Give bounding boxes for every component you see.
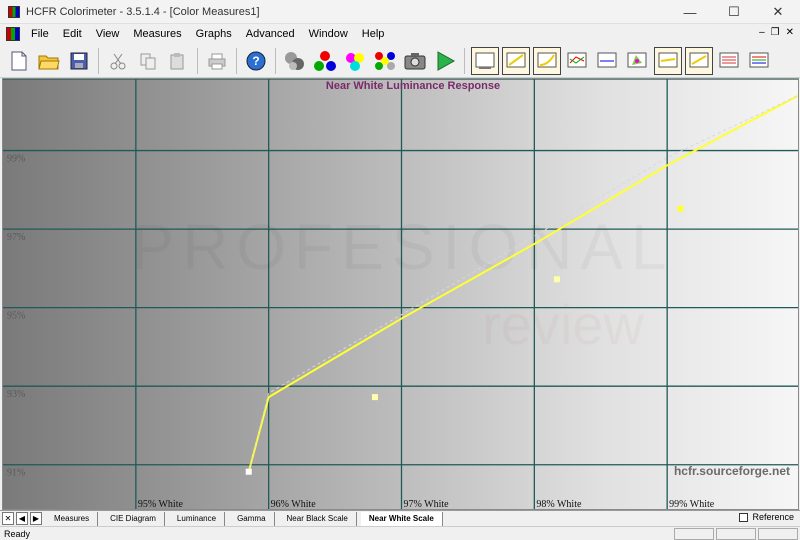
save-icon[interactable] — [66, 48, 92, 74]
graph-rgb-alt-icon[interactable] — [746, 48, 772, 74]
graph-rgb-icon[interactable] — [716, 48, 742, 74]
tab-near-black-scale[interactable]: Near Black Scale — [279, 511, 357, 526]
minimize-button[interactable]: — — [668, 0, 712, 24]
status-panel — [758, 528, 798, 540]
x-tick-label: 99% White — [669, 499, 715, 510]
menu-advanced[interactable]: Advanced — [239, 28, 302, 40]
x-tick-label: 96% White — [271, 499, 317, 510]
graph-yellow-rising-icon[interactable] — [685, 46, 713, 75]
data-point — [245, 468, 252, 475]
tab-near-white-scale[interactable]: Near White Scale — [360, 511, 443, 526]
data-point — [677, 205, 684, 212]
background-logo-watermark-2: review — [482, 293, 644, 356]
graph-window-icon[interactable] — [471, 46, 499, 75]
close-button[interactable]: ✕ — [756, 0, 800, 24]
menu-bar: File Edit View Measures Graphs Advanced … — [0, 24, 800, 44]
graph-flat-icon[interactable] — [594, 48, 620, 74]
y-tick-label: 99% — [7, 154, 25, 165]
document-icon[interactable] — [6, 27, 20, 41]
next-tab-button[interactable]: ▶ — [30, 512, 42, 525]
title-bar: HCFR Colorimeter - 3.5.1.4 - [Color Meas… — [0, 0, 800, 24]
cie-diagram-icon[interactable] — [624, 48, 650, 74]
x-tick-label: 98% White — [536, 499, 582, 510]
mdi-minimize-button[interactable]: – — [759, 27, 765, 38]
x-tick-labels: 95% White 96% White 97% White 98% White 99% … — [138, 499, 715, 510]
y-tick-label: 93% — [7, 389, 25, 400]
y-tick-label: 95% — [7, 311, 25, 322]
mdi-restore-button[interactable]: ❐ — [771, 27, 780, 38]
app-icon — [8, 5, 20, 18]
window-title: HCFR Colorimeter - 3.5.1.4 - [Color Meas… — [26, 5, 260, 18]
data-point — [371, 394, 378, 401]
mdi-controls: – ❐ ✕ — [759, 27, 794, 38]
source-watermark: hcfr.sourceforge.net — [674, 464, 790, 478]
status-panel — [674, 528, 714, 540]
play-icon[interactable] — [432, 48, 458, 74]
reference-toggle[interactable]: Reference — [739, 512, 794, 522]
toolbar-separator — [236, 47, 237, 74]
reference-label: Reference — [752, 512, 794, 522]
status-panel — [716, 528, 756, 540]
near-white-chart[interactable]: PROFESIONAL review 91% 93% 95% 97% 99% 95% W… — [2, 78, 799, 510]
print-icon[interactable] — [204, 48, 230, 74]
sensor-icon[interactable] — [282, 48, 308, 74]
graph-rising-icon[interactable] — [502, 46, 530, 75]
background-logo-watermark: PROFESIONAL — [131, 211, 674, 283]
tab-measures[interactable]: Measures — [46, 511, 99, 526]
paste-icon[interactable] — [165, 48, 191, 74]
menu-edit[interactable]: Edit — [56, 28, 89, 40]
menu-file[interactable]: File — [24, 28, 56, 40]
chart-title: Near White Luminance Response — [326, 80, 500, 92]
camera-icon[interactable] — [402, 48, 428, 74]
prev-tab-button[interactable]: ◀ — [16, 512, 28, 525]
copy-icon[interactable] — [135, 48, 161, 74]
y-tick-label: 91% — [7, 468, 25, 479]
rgb-balls-icon[interactable] — [312, 48, 338, 74]
data-point — [553, 276, 560, 283]
series-lines — [247, 94, 798, 472]
status-panels — [674, 528, 798, 540]
toolbar-separator — [197, 47, 198, 74]
menu-measures[interactable]: Measures — [126, 28, 188, 40]
graph-yellow-icon[interactable] — [654, 46, 682, 75]
new-document-icon[interactable] — [6, 48, 32, 74]
reference-series-line — [248, 95, 798, 472]
menu-window[interactable]: Window — [302, 28, 355, 40]
multi-balls-icon[interactable] — [372, 48, 398, 74]
svg-text:?: ? — [252, 54, 259, 68]
cut-icon[interactable] — [105, 48, 131, 74]
chart-canvas: PROFESIONAL review 91% 93% 95% 97% 99% 95% W… — [3, 79, 798, 510]
maximize-button[interactable]: ☐ — [712, 0, 756, 24]
help-icon[interactable]: ? — [243, 48, 269, 74]
color-balls-icon[interactable] — [342, 48, 368, 74]
toolbar-separator — [275, 47, 276, 74]
x-tick-label: 97% White — [404, 499, 450, 510]
window-controls: — ☐ ✕ — [668, 0, 800, 24]
close-tab-button[interactable]: ✕ — [2, 512, 14, 525]
y-tick-label: 97% — [7, 232, 25, 243]
mdi-close-button[interactable]: ✕ — [786, 27, 794, 38]
toolbar-separator — [464, 47, 465, 74]
reference-checkbox[interactable] — [739, 512, 749, 522]
x-tick-label: 95% White — [138, 499, 184, 510]
tab-luminance[interactable]: Luminance — [169, 511, 226, 526]
graph-curve-icon[interactable] — [533, 46, 561, 75]
tab-bar: ✕ ◀ ▶ Measures CIE Diagram Luminance Gam… — [0, 510, 800, 526]
grid-lines — [3, 79, 798, 509]
tab-cie-diagram[interactable]: CIE Diagram — [102, 511, 165, 526]
status-bar: Ready — [0, 526, 800, 540]
status-text: Ready — [4, 528, 31, 539]
toolbar-separator — [98, 47, 99, 74]
measured-series-line — [247, 94, 798, 472]
open-folder-icon[interactable] — [36, 48, 62, 74]
menu-view[interactable]: View — [89, 28, 127, 40]
graph-multiline-icon[interactable] — [564, 48, 590, 74]
tab-gamma[interactable]: Gamma — [229, 511, 275, 526]
toolbar: ? — [0, 44, 800, 78]
menu-graphs[interactable]: Graphs — [189, 28, 239, 40]
menu-help[interactable]: Help — [355, 28, 392, 40]
y-tick-labels: 91% 93% 95% 97% 99% — [7, 154, 25, 479]
